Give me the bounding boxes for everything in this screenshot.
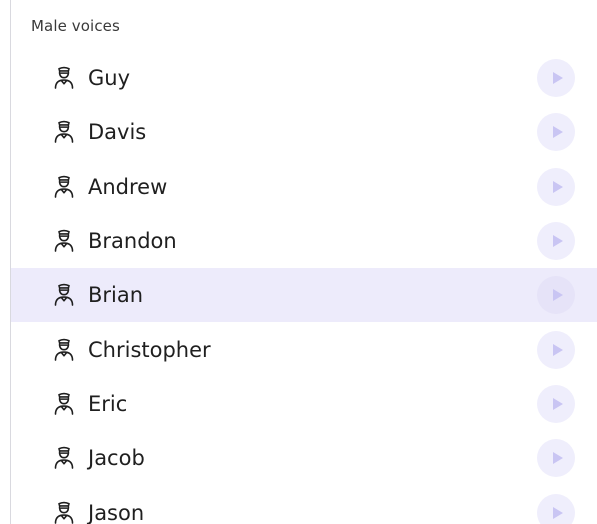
voice-list: Guy Davis Andrew Brandon Brian Christoph…: [11, 51, 597, 524]
person-icon: [53, 229, 75, 253]
voice-item-brian[interactable]: Brian: [11, 268, 597, 323]
play-preview-button[interactable]: [537, 439, 575, 478]
voice-name: Andrew: [88, 174, 168, 199]
section-header-male-voices: Male voices: [31, 17, 120, 35]
voice-name: Eric: [88, 391, 128, 416]
voice-name: Jason: [88, 500, 145, 524]
voice-name: Brandon: [88, 229, 177, 254]
voice-item-andrew[interactable]: Andrew: [11, 160, 597, 214]
person-icon: [53, 446, 75, 470]
person-icon: [53, 283, 75, 307]
play-preview-button[interactable]: [537, 493, 575, 524]
voice-item-davis[interactable]: Davis: [11, 105, 597, 159]
voice-item-jacob[interactable]: Jacob: [11, 431, 597, 485]
voice-item-eric[interactable]: Eric: [11, 377, 597, 431]
person-icon: [53, 337, 75, 361]
person-icon: [53, 66, 75, 90]
play-icon: [552, 343, 563, 356]
play-preview-button[interactable]: [537, 167, 575, 206]
play-preview-button[interactable]: [537, 113, 575, 152]
play-preview-button[interactable]: [537, 384, 575, 423]
play-icon: [552, 397, 563, 410]
play-icon: [552, 72, 563, 85]
play-icon: [552, 452, 563, 465]
play-preview-button[interactable]: [537, 222, 575, 261]
play-icon: [552, 126, 563, 139]
voice-picker-panel: Male voices Guy Davis Andrew Brandon Bri…: [0, 0, 597, 524]
voice-item-jason[interactable]: Jason: [11, 485, 597, 524]
person-icon: [53, 174, 75, 198]
play-icon: [552, 506, 563, 519]
voice-item-brandon[interactable]: Brandon: [11, 214, 597, 268]
play-icon: [552, 289, 563, 302]
play-icon: [552, 180, 563, 193]
voice-name: Christopher: [88, 337, 211, 362]
voice-name: Davis: [88, 120, 147, 145]
play-icon: [552, 235, 563, 248]
voice-item-christopher[interactable]: Christopher: [11, 322, 597, 376]
person-icon: [53, 120, 75, 144]
play-preview-button[interactable]: [537, 276, 575, 315]
voice-name: Guy: [88, 66, 131, 91]
play-preview-button[interactable]: [537, 59, 575, 98]
voice-name: Brian: [88, 283, 144, 308]
person-icon: [53, 391, 75, 415]
play-preview-button[interactable]: [537, 330, 575, 369]
voice-item-guy[interactable]: Guy: [11, 51, 597, 105]
voice-name: Jacob: [88, 446, 145, 471]
person-icon: [53, 500, 75, 524]
